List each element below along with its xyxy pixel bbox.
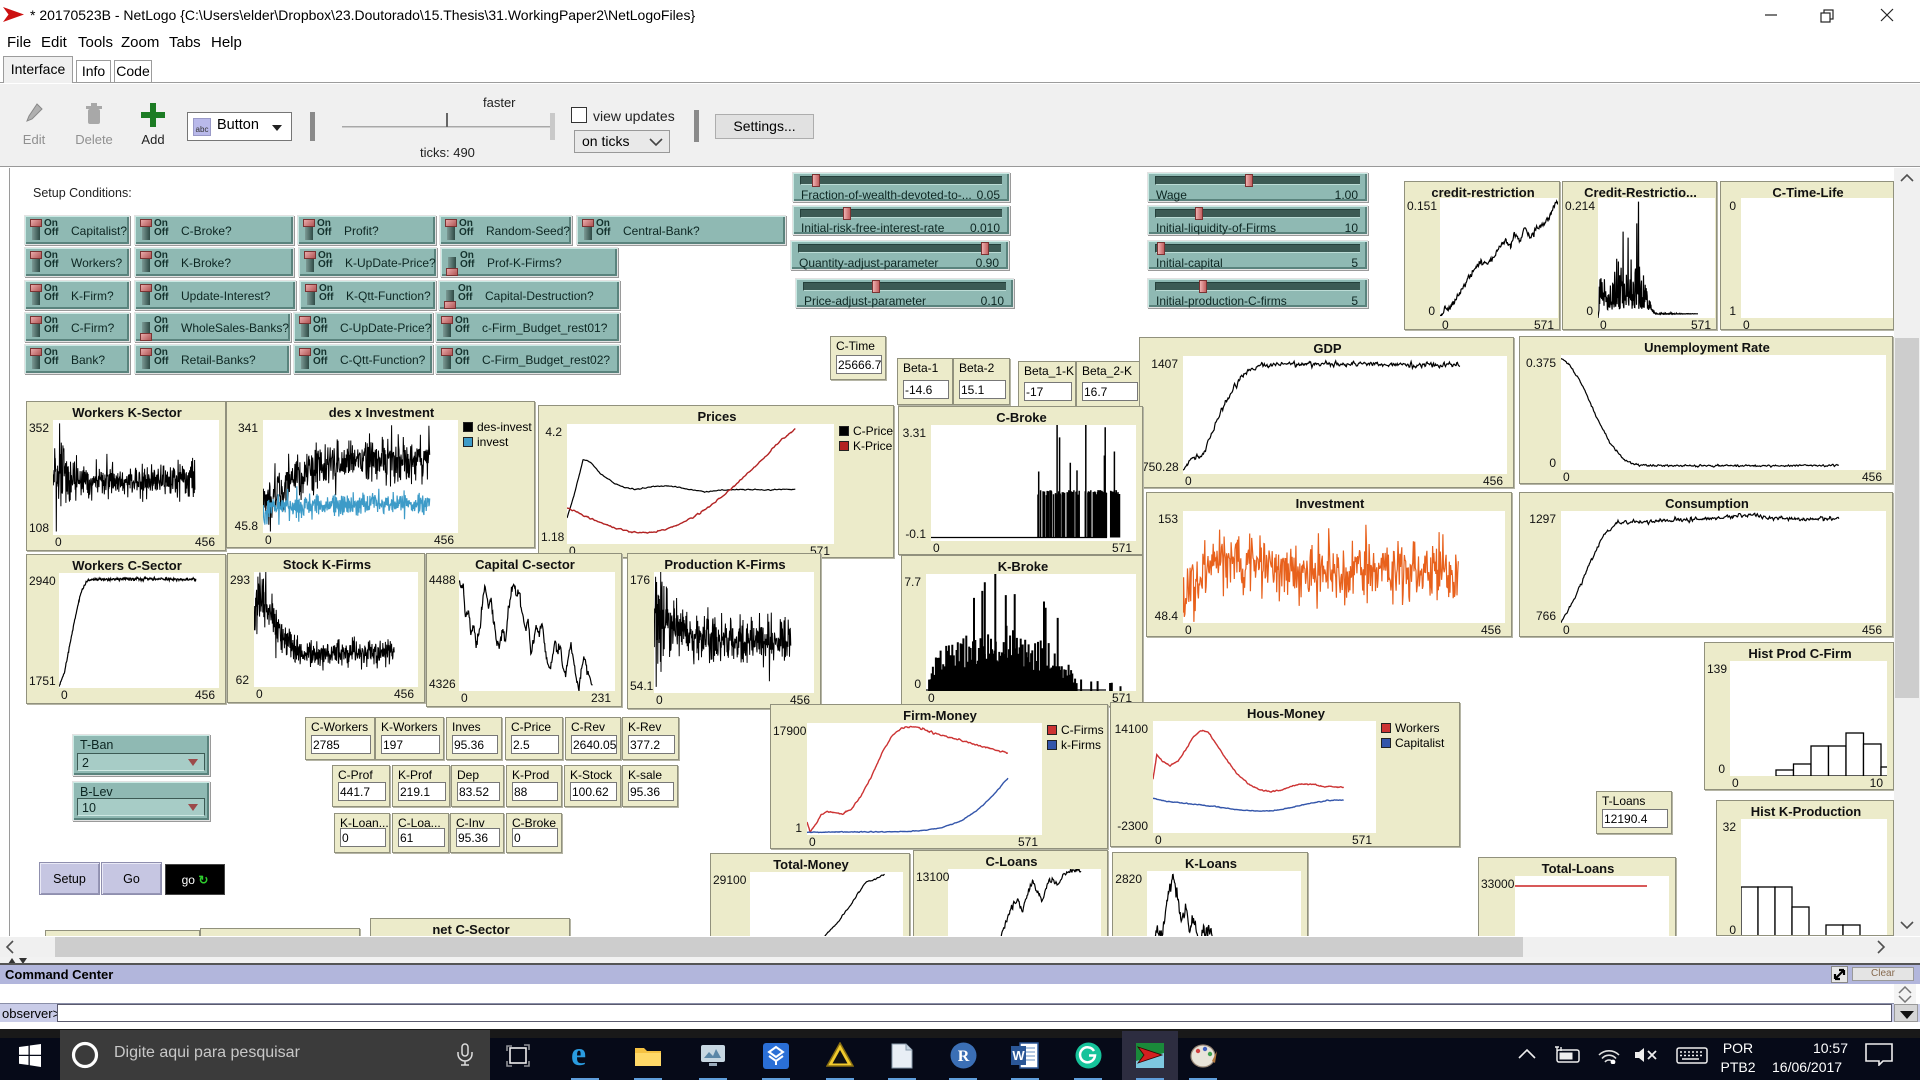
svg-text:R: R [958,1048,970,1065]
svg-text:W: W [1012,1048,1025,1063]
